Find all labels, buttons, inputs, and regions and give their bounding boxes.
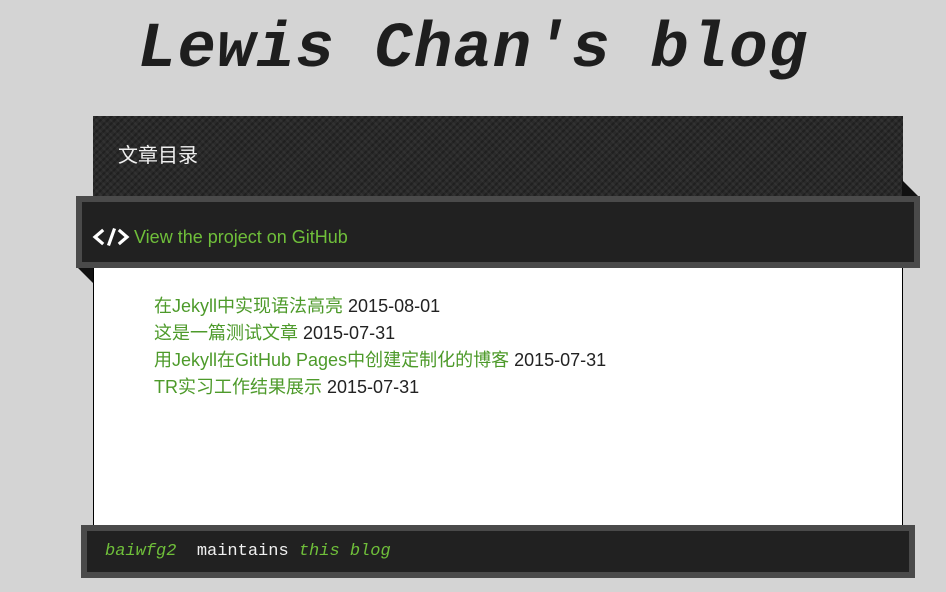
post-date: 2015-07-31 bbox=[327, 377, 420, 397]
ribbon-fold-right bbox=[902, 180, 936, 197]
footer-author-link[interactable]: baiwfg2 bbox=[105, 542, 176, 561]
footer: baiwfg2 maintains this blog bbox=[81, 525, 915, 578]
post-item: 在Jekyll中实现语法高亮 2015-08-01 bbox=[154, 293, 606, 320]
footer-blog-link[interactable]: this blog bbox=[299, 542, 391, 561]
post-date: 2015-08-01 bbox=[348, 296, 441, 316]
github-banner-inner: View the project on GitHub bbox=[82, 202, 914, 262]
footer-inner: baiwfg2 maintains this blog bbox=[87, 531, 909, 572]
code-icon bbox=[92, 227, 130, 247]
post-title-link[interactable]: 这是一篇测试文章 bbox=[154, 323, 298, 343]
post-item: TR实习工作结果展示 2015-07-31 bbox=[154, 374, 606, 401]
post-date: 2015-07-31 bbox=[303, 323, 396, 343]
post-title-link[interactable]: TR实习工作结果展示 bbox=[154, 377, 322, 397]
site-title: Lewis Chan's blog bbox=[138, 14, 808, 86]
post-item: 这是一篇测试文章 2015-07-31 bbox=[154, 320, 606, 347]
footer-maintains-text: maintains bbox=[176, 542, 299, 561]
github-project-link[interactable]: View the project on GitHub bbox=[92, 226, 348, 248]
github-banner: View the project on GitHub bbox=[76, 196, 920, 268]
post-date: 2015-07-31 bbox=[514, 350, 607, 370]
toc-title: 文章目录 bbox=[118, 145, 198, 167]
post-item: 用Jekyll在GitHub Pages中创建定制化的博客 2015-07-31 bbox=[154, 347, 606, 374]
post-title-link[interactable]: 在Jekyll中实现语法高亮 bbox=[154, 296, 343, 316]
github-link-label: View the project on GitHub bbox=[134, 227, 348, 247]
ribbon-fold-left bbox=[76, 266, 93, 283]
post-list: 在Jekyll中实现语法高亮 2015-08-01 这是一篇测试文章 2015-… bbox=[154, 293, 606, 401]
post-title-link[interactable]: 用Jekyll在GitHub Pages中创建定制化的博客 bbox=[154, 350, 509, 370]
